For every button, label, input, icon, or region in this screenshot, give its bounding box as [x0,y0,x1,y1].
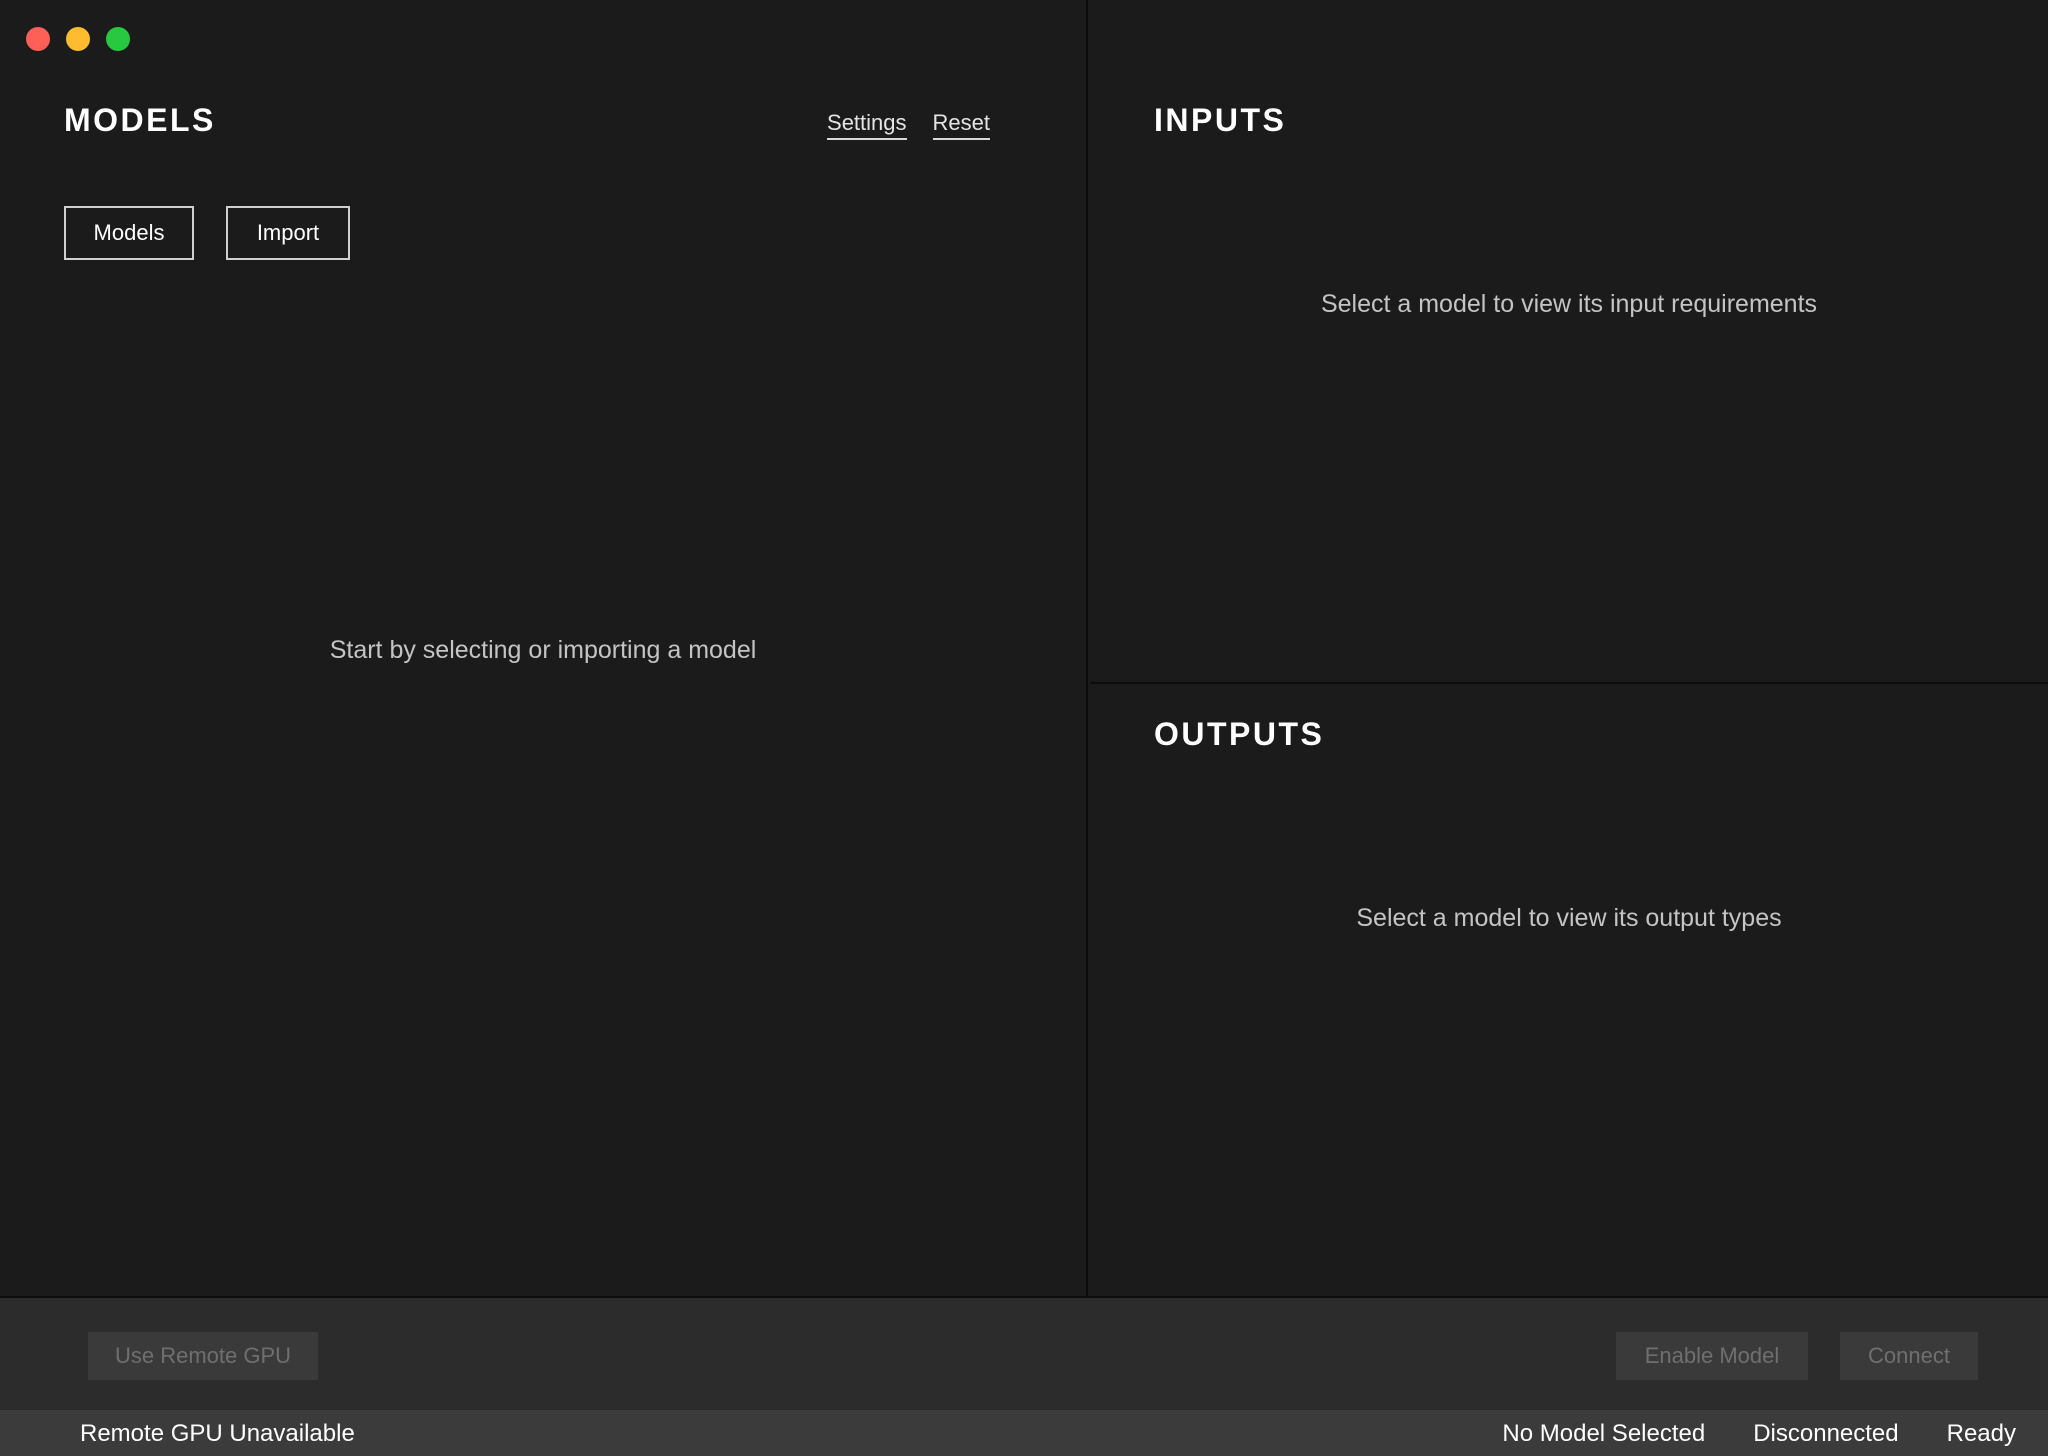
use-remote-gpu-button[interactable]: Use Remote GPU [88,1332,318,1380]
models-header-links: Settings Reset [827,110,990,140]
ready-status: Ready [1946,1420,2016,1447]
bottom-toolbar: Use Remote GPU Enable Model Connect [0,1296,2048,1410]
gpu-status: Remote GPU Unavailable [80,1420,355,1447]
settings-link[interactable]: Settings [827,110,907,140]
outputs-panel: OUTPUTS Select a model to view its outpu… [1090,686,2048,1296]
inputs-title: INPUTS [1154,102,1287,138]
models-panel: MODELS Settings Reset Models Import Star… [0,0,1088,1296]
outputs-title: OUTPUTS [1154,716,1325,752]
connect-button[interactable]: Connect [1840,1332,1978,1380]
status-right-group: No Model Selected Disconnected Ready [1502,1420,2016,1448]
models-title: MODELS [64,102,216,138]
reset-link[interactable]: Reset [932,110,990,140]
inputs-empty-message: Select a model to view its input require… [1320,290,1818,318]
outputs-empty-message: Select a model to view its output types [1356,904,1782,932]
inputs-panel: INPUTS Select a model to view its input … [1090,0,2048,684]
model-status: No Model Selected [1502,1420,1706,1447]
enable-model-button[interactable]: Enable Model [1616,1332,1808,1380]
models-button[interactable]: Models [64,206,194,260]
import-button[interactable]: Import [226,206,350,260]
app-window: MODELS Settings Reset Models Import Star… [0,0,2048,1456]
connection-status: Disconnected [1753,1420,1899,1447]
status-bar: Remote GPU Unavailable No Model Selected… [0,1410,2048,1456]
models-empty-message: Start by selecting or importing a model [329,636,757,664]
